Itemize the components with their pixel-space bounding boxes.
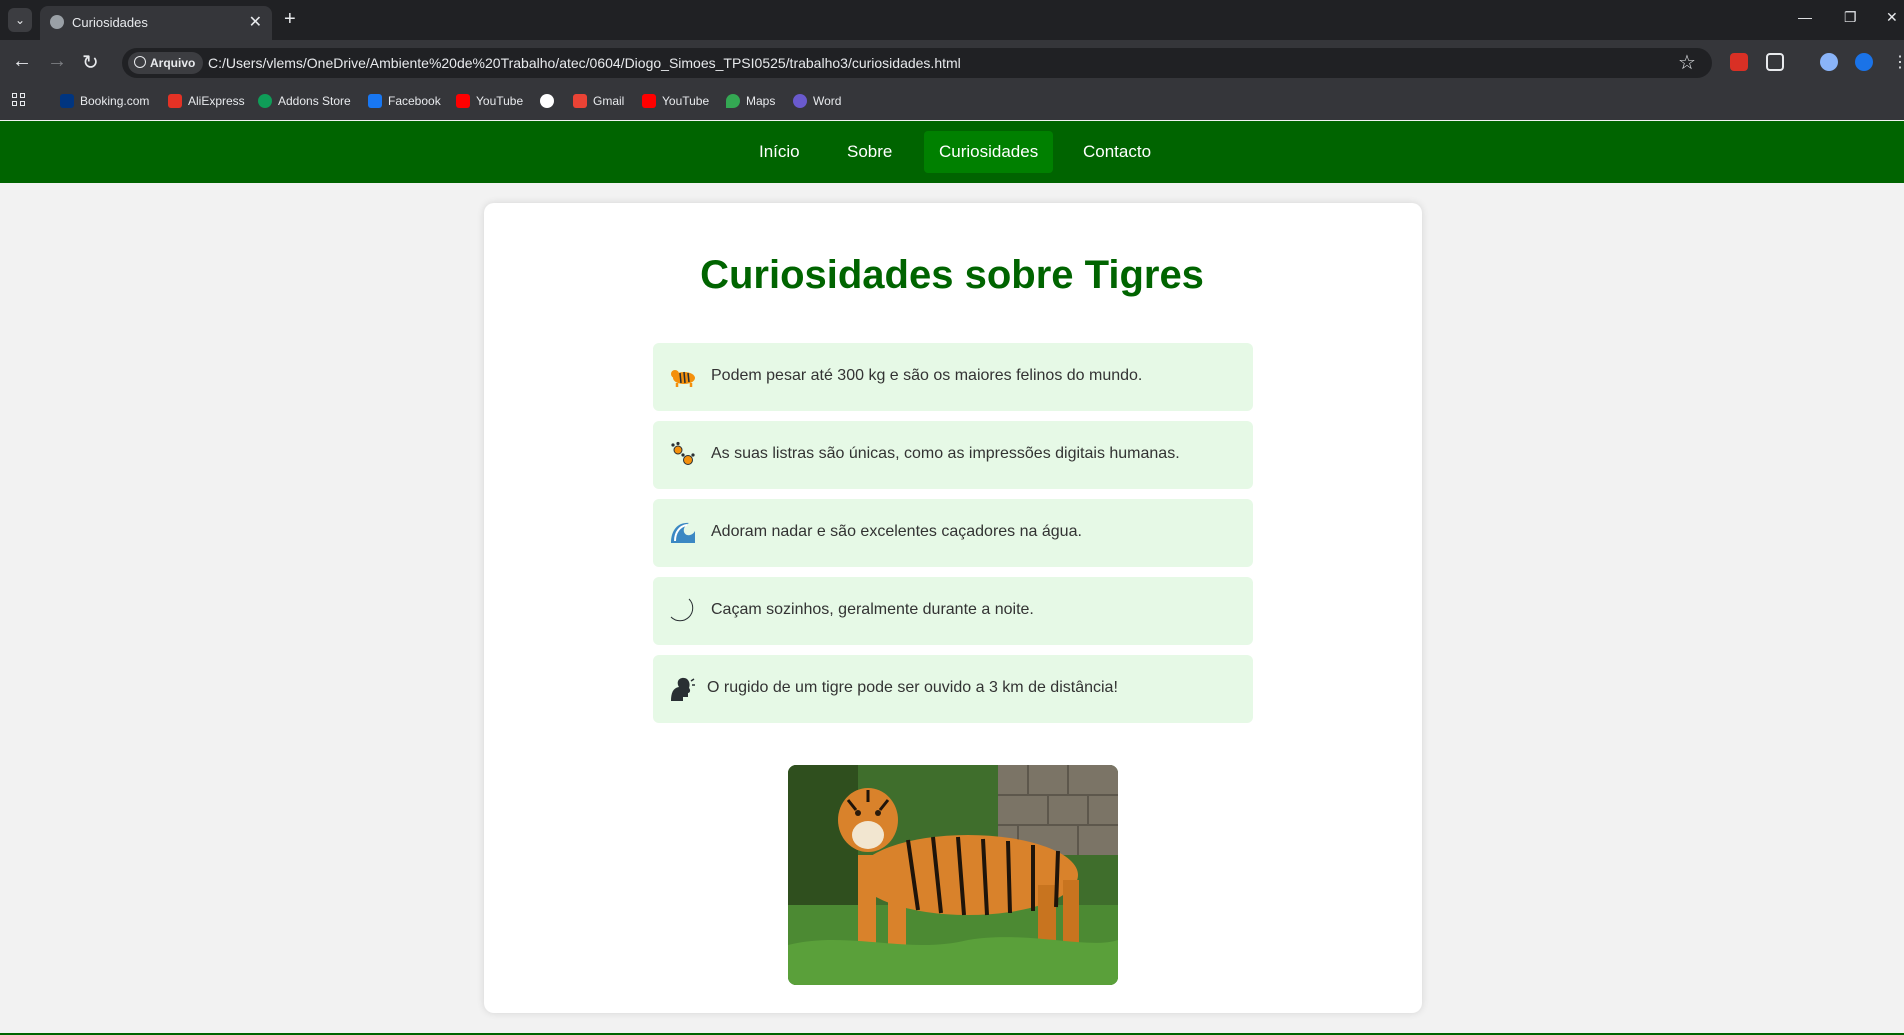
maps-icon bbox=[726, 94, 740, 108]
restore-icon[interactable]: ❐ bbox=[1844, 9, 1857, 26]
close-tab-icon[interactable]: ✕ bbox=[249, 12, 262, 32]
tiger-image bbox=[788, 765, 1118, 985]
tab-search-button[interactable]: ⌄ bbox=[8, 8, 32, 32]
bookmark-youtube-2[interactable]: YouTube bbox=[642, 91, 709, 111]
fact-item: Podem pesar até 300 kg e são os maiores … bbox=[653, 343, 1253, 411]
fact-item: Caçam sozinhos, geralmente durante a noi… bbox=[653, 577, 1253, 645]
nav-link-curiosidades[interactable]: Curiosidades bbox=[924, 131, 1054, 173]
extension-red-icon[interactable] bbox=[1730, 53, 1748, 71]
apps-grid-icon[interactable] bbox=[12, 93, 28, 109]
bookmark-gmail[interactable]: Gmail bbox=[573, 91, 624, 111]
url-text[interactable]: C:/Users/vlems/OneDrive/Ambiente%20de%20… bbox=[208, 55, 961, 71]
youtube-icon bbox=[456, 94, 470, 108]
paw-prints-icon bbox=[671, 441, 695, 465]
fact-text: O rugido de um tigre pode ser ouvido a 3… bbox=[707, 679, 1118, 696]
back-icon[interactable]: ← bbox=[12, 50, 32, 73]
reload-icon[interactable]: ↻ bbox=[82, 50, 99, 75]
nav-link-sobre[interactable]: Sobre bbox=[832, 131, 907, 173]
tiger-icon bbox=[671, 370, 695, 387]
browser-menu-icon[interactable]: ⋮ bbox=[1892, 52, 1904, 72]
fact-text: Podem pesar até 300 kg e são os maiores … bbox=[711, 367, 1143, 384]
crescent-moon-icon bbox=[670, 598, 694, 622]
fact-text: Adoram nadar e são excelentes caçadores … bbox=[711, 523, 1082, 540]
addons-icon bbox=[258, 94, 272, 108]
bookmark-word[interactable]: Word bbox=[793, 91, 841, 111]
bookmark-booking[interactable]: Booking.com bbox=[60, 91, 149, 111]
aliexpress-icon bbox=[168, 94, 182, 108]
browser-tab[interactable]: Curiosidades ✕ bbox=[40, 6, 272, 40]
nav-link-inicio[interactable]: Início bbox=[744, 131, 815, 173]
info-icon bbox=[134, 56, 146, 68]
extensions-puzzle-icon[interactable] bbox=[1766, 53, 1784, 71]
site-info-chip[interactable]: Arquivo bbox=[128, 52, 204, 74]
water-wave-icon bbox=[671, 522, 695, 543]
forward-icon[interactable]: → bbox=[47, 50, 67, 73]
gmail-icon bbox=[573, 94, 587, 108]
profile-avatar-icon[interactable] bbox=[1820, 53, 1838, 71]
fact-item: Adoram nadar e são excelentes caçadores … bbox=[653, 499, 1253, 567]
bookmark-aliexpress[interactable]: AliExpress bbox=[168, 91, 245, 111]
site-info-label: Arquivo bbox=[150, 56, 196, 70]
speaking-head-icon bbox=[671, 677, 695, 701]
bookmark-google[interactable] bbox=[540, 91, 560, 111]
bookmark-facebook[interactable]: Facebook bbox=[368, 91, 441, 111]
new-tab-button[interactable]: + bbox=[284, 8, 296, 31]
google-icon bbox=[540, 94, 554, 108]
booking-icon bbox=[60, 94, 74, 108]
fact-text: As suas listras são únicas, como as impr… bbox=[711, 445, 1180, 462]
bookmark-youtube[interactable]: YouTube bbox=[456, 91, 523, 111]
fact-item: O rugido de um tigre pode ser ouvido a 3… bbox=[653, 655, 1253, 723]
youtube-icon bbox=[642, 94, 656, 108]
bookmark-star-icon[interactable]: ☆ bbox=[1678, 50, 1696, 75]
extension-check-icon[interactable] bbox=[1855, 53, 1873, 71]
tiger-photo bbox=[788, 765, 1118, 985]
nav-link-contacto[interactable]: Contacto bbox=[1068, 131, 1166, 173]
tab-title: Curiosidades bbox=[72, 15, 148, 30]
fact-item: As suas listras são únicas, como as impr… bbox=[653, 421, 1253, 489]
word-icon bbox=[793, 94, 807, 108]
minimize-icon[interactable]: — bbox=[1798, 9, 1812, 25]
facebook-icon bbox=[368, 94, 382, 108]
page-title: Curiosidades sobre Tigres bbox=[700, 253, 1204, 297]
bookmark-maps[interactable]: Maps bbox=[726, 91, 775, 111]
fact-text: Caçam sozinhos, geralmente durante a noi… bbox=[711, 601, 1034, 618]
globe-icon bbox=[50, 15, 64, 29]
bookmark-addons-store[interactable]: Addons Store bbox=[258, 91, 351, 111]
close-window-icon[interactable]: ✕ bbox=[1886, 9, 1898, 26]
